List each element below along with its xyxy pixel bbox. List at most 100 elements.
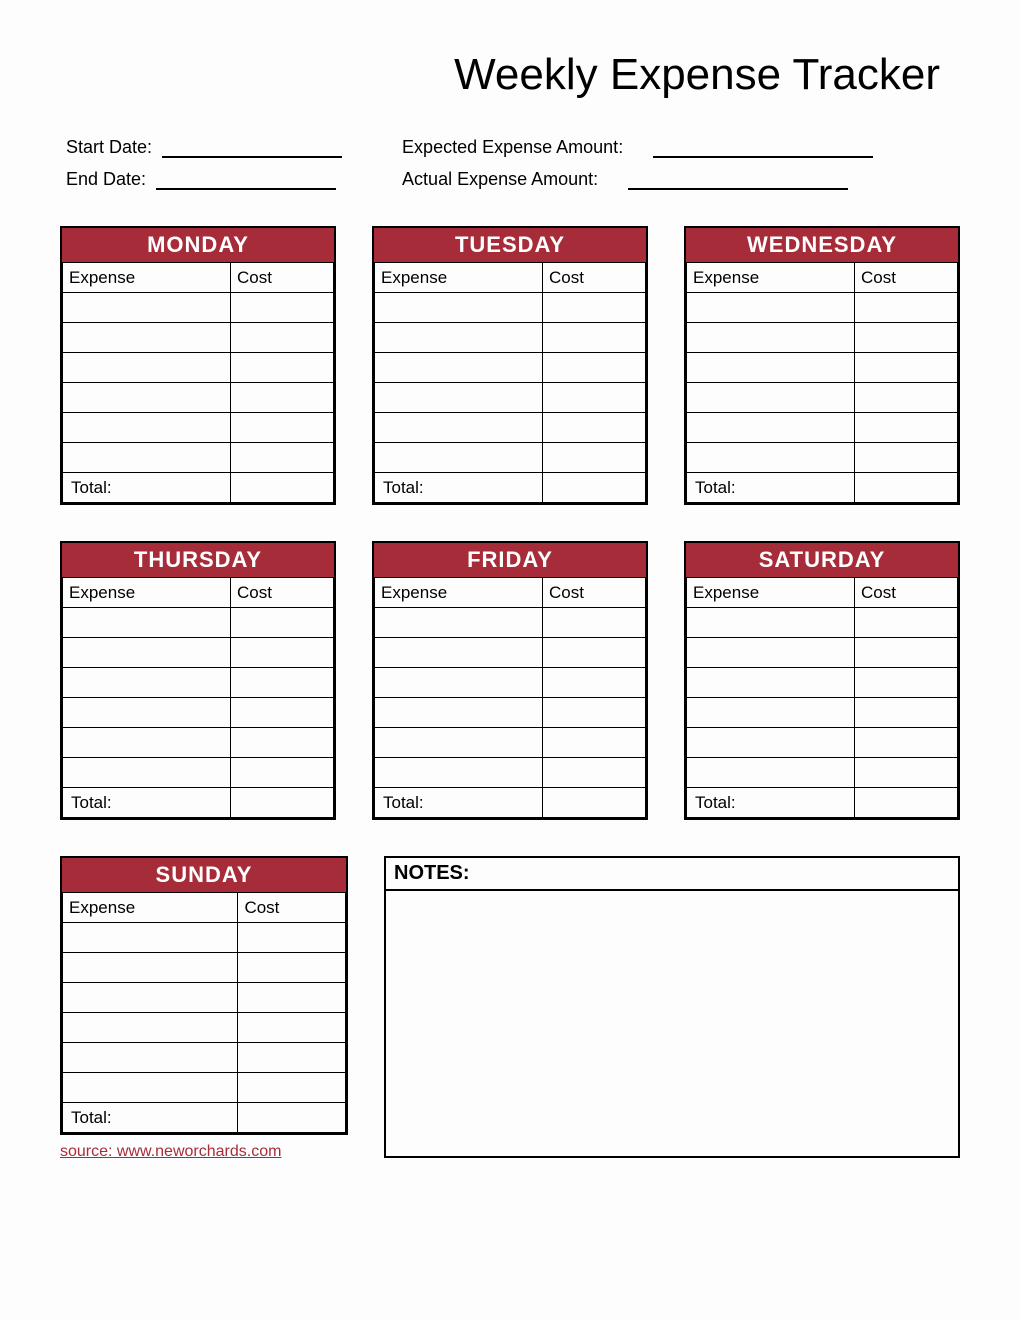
total-value[interactable] — [855, 473, 958, 503]
cost-cell[interactable] — [855, 758, 958, 788]
cost-cell[interactable] — [543, 758, 646, 788]
expense-cell[interactable] — [687, 608, 855, 638]
expense-cell[interactable] — [687, 668, 855, 698]
expense-cell[interactable] — [63, 923, 238, 953]
expense-cell[interactable] — [687, 638, 855, 668]
cost-cell[interactable] — [543, 323, 646, 353]
expense-cell[interactable] — [375, 413, 543, 443]
cost-cell[interactable] — [231, 608, 334, 638]
expense-cell[interactable] — [687, 698, 855, 728]
cost-cell[interactable] — [231, 638, 334, 668]
cost-cell[interactable] — [231, 293, 334, 323]
expense-cell[interactable] — [63, 353, 231, 383]
expense-row — [687, 668, 958, 698]
cost-cell[interactable] — [231, 443, 334, 473]
cost-cell[interactable] — [855, 728, 958, 758]
cost-cell[interactable] — [543, 668, 646, 698]
expense-cell[interactable] — [375, 728, 543, 758]
expense-cell[interactable] — [63, 638, 231, 668]
cost-cell[interactable] — [238, 1013, 346, 1043]
expense-cell[interactable] — [687, 353, 855, 383]
expense-cell[interactable] — [687, 443, 855, 473]
total-value[interactable] — [543, 788, 646, 818]
expense-cell[interactable] — [63, 758, 231, 788]
cost-cell[interactable] — [231, 353, 334, 383]
expense-cell[interactable] — [375, 758, 543, 788]
expense-cell[interactable] — [375, 668, 543, 698]
expense-cell[interactable] — [687, 728, 855, 758]
cost-cell[interactable] — [855, 638, 958, 668]
column-header-expense: Expense — [687, 263, 855, 293]
expense-cell[interactable] — [63, 413, 231, 443]
cost-cell[interactable] — [238, 1073, 346, 1103]
cost-cell[interactable] — [231, 323, 334, 353]
expense-cell[interactable] — [375, 323, 543, 353]
expense-cell[interactable] — [375, 383, 543, 413]
cost-cell[interactable] — [543, 638, 646, 668]
total-value[interactable] — [855, 788, 958, 818]
cost-cell[interactable] — [238, 953, 346, 983]
expense-cell[interactable] — [63, 1043, 238, 1073]
expense-cell[interactable] — [63, 323, 231, 353]
cost-cell[interactable] — [855, 443, 958, 473]
cost-cell[interactable] — [543, 383, 646, 413]
cost-cell[interactable] — [543, 698, 646, 728]
expense-row — [63, 383, 334, 413]
cost-cell[interactable] — [231, 698, 334, 728]
cost-cell[interactable] — [231, 383, 334, 413]
expense-cell[interactable] — [687, 383, 855, 413]
cost-cell[interactable] — [231, 668, 334, 698]
cost-cell[interactable] — [543, 293, 646, 323]
cost-cell[interactable] — [543, 413, 646, 443]
cost-cell[interactable] — [855, 668, 958, 698]
expense-cell[interactable] — [63, 443, 231, 473]
expense-cell[interactable] — [375, 698, 543, 728]
cost-cell[interactable] — [543, 353, 646, 383]
expense-cell[interactable] — [375, 293, 543, 323]
expense-cell[interactable] — [375, 638, 543, 668]
expense-cell[interactable] — [375, 353, 543, 383]
expense-cell[interactable] — [687, 323, 855, 353]
expense-cell[interactable] — [687, 413, 855, 443]
cost-cell[interactable] — [855, 413, 958, 443]
source-link[interactable]: source: www.neworchards.com — [60, 1143, 281, 1161]
cost-cell[interactable] — [855, 383, 958, 413]
cost-cell[interactable] — [855, 353, 958, 383]
total-value[interactable] — [238, 1103, 346, 1133]
expense-cell[interactable] — [63, 983, 238, 1013]
expense-cell[interactable] — [63, 668, 231, 698]
actual-expense-field[interactable] — [628, 168, 848, 190]
cost-cell[interactable] — [238, 983, 346, 1013]
total-value[interactable] — [231, 473, 334, 503]
expense-cell[interactable] — [63, 293, 231, 323]
cost-cell[interactable] — [231, 728, 334, 758]
end-date-field[interactable] — [156, 168, 336, 190]
expense-cell[interactable] — [687, 758, 855, 788]
cost-cell[interactable] — [238, 923, 346, 953]
cost-cell[interactable] — [231, 413, 334, 443]
expense-cell[interactable] — [375, 443, 543, 473]
expense-cell[interactable] — [63, 953, 238, 983]
expense-cell[interactable] — [687, 293, 855, 323]
expense-cell[interactable] — [63, 728, 231, 758]
cost-cell[interactable] — [543, 608, 646, 638]
cost-cell[interactable] — [855, 323, 958, 353]
cost-cell[interactable] — [231, 758, 334, 788]
expected-expense-field[interactable] — [653, 136, 873, 158]
start-date-field[interactable] — [162, 136, 342, 158]
cost-cell[interactable] — [543, 443, 646, 473]
expense-cell[interactable] — [63, 608, 231, 638]
cost-cell[interactable] — [855, 608, 958, 638]
expense-cell[interactable] — [375, 608, 543, 638]
cost-cell[interactable] — [855, 698, 958, 728]
cost-cell[interactable] — [543, 728, 646, 758]
expense-cell[interactable] — [63, 698, 231, 728]
expense-cell[interactable] — [63, 1013, 238, 1043]
total-value[interactable] — [543, 473, 646, 503]
notes-field[interactable] — [386, 891, 958, 1155]
cost-cell[interactable] — [855, 293, 958, 323]
expense-cell[interactable] — [63, 1073, 238, 1103]
total-value[interactable] — [231, 788, 334, 818]
cost-cell[interactable] — [238, 1043, 346, 1073]
expense-cell[interactable] — [63, 383, 231, 413]
